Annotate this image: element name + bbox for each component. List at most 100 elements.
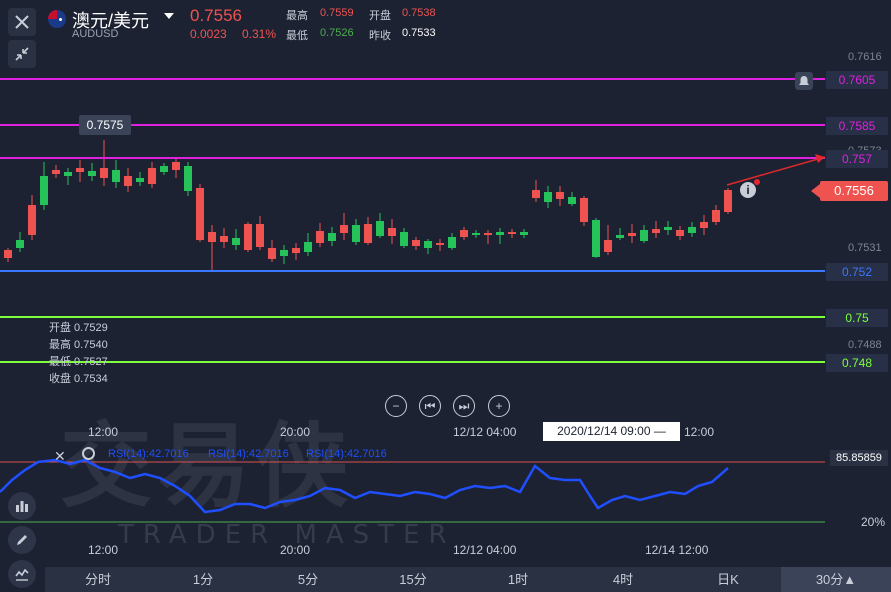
candle-body bbox=[580, 198, 588, 222]
rsi-value-tag: 85.85859 bbox=[830, 450, 888, 466]
candle-body bbox=[568, 197, 576, 204]
candle-body bbox=[376, 221, 384, 236]
bottom-x-label: 20:00 bbox=[280, 543, 311, 557]
candle-body bbox=[304, 242, 312, 252]
timeframe-tab-active[interactable]: 30分▲ bbox=[781, 567, 891, 592]
chart-type-button[interactable] bbox=[8, 560, 36, 588]
hline-tag-0.757[interactable]: 0.757 bbox=[826, 150, 888, 168]
candle-body bbox=[604, 240, 612, 252]
candle-body bbox=[688, 227, 696, 233]
draw-tool-button[interactable] bbox=[8, 526, 36, 554]
timeframe-tab[interactable]: 1分 bbox=[158, 567, 248, 592]
candle-body bbox=[448, 237, 456, 248]
candle-body bbox=[664, 227, 672, 230]
candle-body bbox=[652, 229, 660, 233]
settings-gear-icon[interactable] bbox=[82, 447, 95, 460]
rsi-level-low: 20% bbox=[861, 515, 886, 529]
candle-body bbox=[460, 230, 468, 237]
candle-body bbox=[172, 162, 180, 170]
ohlc-open: 开盘 0.7529 bbox=[49, 322, 108, 334]
candle-body bbox=[16, 240, 24, 248]
ohlc-high: 最高 0.7540 bbox=[49, 339, 108, 351]
candle-body bbox=[64, 172, 72, 176]
candle-body bbox=[256, 224, 264, 247]
hline-tag-0.7605[interactable]: 0.7605 bbox=[826, 71, 888, 89]
close-indicator-icon[interactable]: ✕ bbox=[54, 448, 66, 465]
pencil-icon bbox=[17, 535, 27, 545]
candle-body bbox=[700, 222, 708, 228]
x-label: 12:00 bbox=[88, 425, 119, 439]
hline-tag-0.752[interactable]: 0.752 bbox=[826, 263, 888, 281]
candle-body bbox=[592, 220, 600, 257]
x-label: 20:00 bbox=[280, 425, 311, 439]
candle-body bbox=[424, 241, 432, 248]
candle-body bbox=[472, 233, 480, 235]
timeframe-tab[interactable]: 日K bbox=[683, 567, 773, 592]
candle-body bbox=[124, 176, 132, 186]
zoom-out-button[interactable]: − bbox=[385, 395, 407, 417]
scroll-start-button[interactable]: ⏮ bbox=[419, 395, 441, 417]
timeframe-tab[interactable]: 5分 bbox=[263, 567, 353, 592]
timeframe-bar: 分时 1分 5分 15分 1时 4时 日K 30分▲ bbox=[45, 567, 891, 592]
timeframe-tab[interactable]: 4时 bbox=[578, 567, 668, 592]
candle-body bbox=[28, 205, 36, 235]
candle-body bbox=[400, 232, 408, 246]
arrow-anchor bbox=[754, 179, 760, 185]
candle-body bbox=[328, 233, 336, 241]
candle-body bbox=[484, 233, 492, 235]
info-icon[interactable]: i bbox=[740, 182, 756, 198]
candle-body bbox=[640, 230, 648, 241]
rsi-line bbox=[0, 458, 729, 514]
bottom-x-label: 12:00 bbox=[88, 543, 119, 557]
hline-tag-0.7585[interactable]: 0.7585 bbox=[826, 117, 888, 135]
y-tick: 0.7488 bbox=[848, 339, 882, 351]
x-label: 12/12 04:00 bbox=[453, 425, 517, 439]
x-label: 12:00 bbox=[684, 425, 715, 439]
candlestick-series bbox=[4, 140, 732, 272]
candle-body bbox=[628, 233, 636, 236]
candle-body bbox=[292, 248, 300, 253]
hline-tag-0.75[interactable]: 0.75 bbox=[826, 309, 888, 327]
candle-body bbox=[532, 190, 540, 198]
indicators-button[interactable] bbox=[8, 492, 36, 520]
candle-body bbox=[724, 190, 732, 212]
timeframe-tab[interactable]: 分时 bbox=[53, 567, 143, 592]
y-tick: 0.7616 bbox=[848, 51, 882, 63]
timeframe-tab[interactable]: 15分 bbox=[368, 567, 458, 592]
ohlc-low: 最低 0.7527 bbox=[49, 356, 108, 368]
candle-body bbox=[268, 248, 276, 259]
zoom-in-button[interactable]: + bbox=[488, 395, 510, 417]
line-chart-icon bbox=[15, 568, 29, 581]
hline-tag-0.748[interactable]: 0.748 bbox=[826, 354, 888, 372]
candle-body bbox=[364, 224, 372, 243]
bottom-x-label: 12/12 04:00 bbox=[453, 543, 517, 557]
candle-body bbox=[280, 250, 288, 256]
candle-body bbox=[220, 236, 228, 242]
ohlc-close: 收盘 0.7534 bbox=[49, 373, 108, 385]
candle-body bbox=[40, 176, 48, 205]
candle-body bbox=[508, 232, 516, 234]
candle-body bbox=[160, 166, 168, 172]
bars-icon bbox=[16, 501, 28, 512]
candle-body bbox=[496, 232, 504, 235]
candle-body bbox=[412, 240, 420, 246]
candle-body bbox=[208, 232, 216, 242]
candle-body bbox=[88, 171, 96, 176]
alarm-bell-icon[interactable] bbox=[795, 72, 813, 90]
price-chart[interactable] bbox=[0, 0, 891, 592]
candle-body bbox=[352, 225, 360, 242]
candle-body bbox=[520, 232, 528, 235]
candle-body bbox=[712, 210, 720, 222]
candle-body bbox=[136, 178, 144, 182]
rsi-label-1: RSI(14):42.7016 bbox=[108, 448, 189, 460]
candle-body bbox=[184, 166, 192, 191]
candle-body bbox=[316, 231, 324, 243]
timeframe-tab[interactable]: 1时 bbox=[473, 567, 563, 592]
candle-body bbox=[148, 168, 156, 184]
y-tick: 0.7531 bbox=[848, 242, 882, 254]
crosshair-time-tag: 2020/12/14 09:00 — bbox=[543, 422, 680, 441]
candle-body bbox=[100, 168, 108, 178]
trend-arrow bbox=[726, 156, 826, 186]
scroll-end-button[interactable]: ⏭ bbox=[453, 395, 475, 417]
candle-body bbox=[244, 224, 252, 250]
